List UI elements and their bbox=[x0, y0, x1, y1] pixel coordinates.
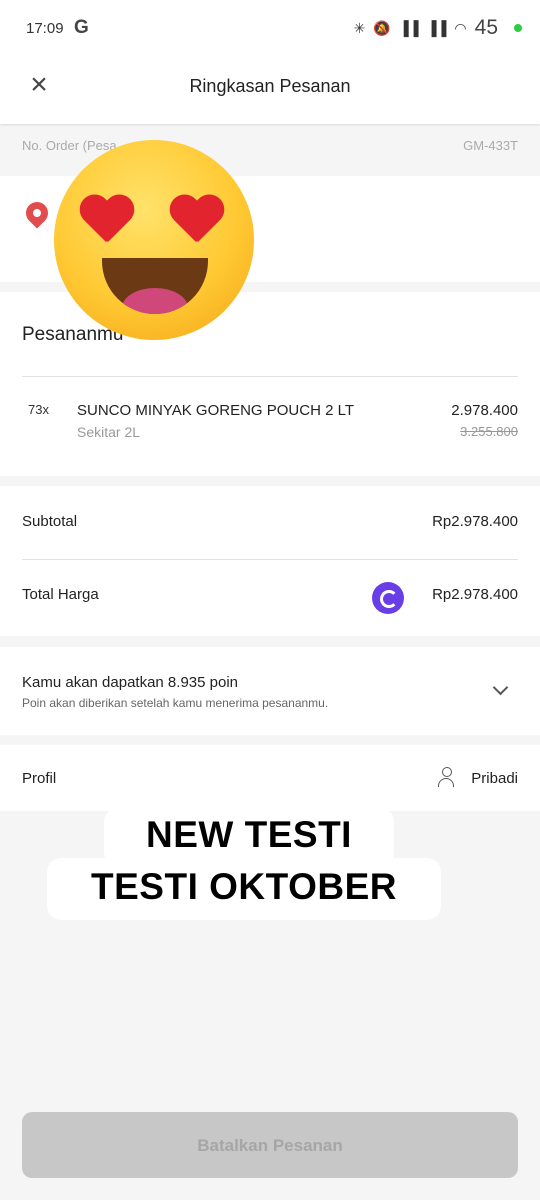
chevron-down-icon[interactable] bbox=[492, 679, 509, 696]
item-price: 2.978.400 bbox=[451, 402, 518, 419]
g-icon: G bbox=[74, 17, 89, 38]
profile-label: Profil bbox=[22, 770, 57, 787]
totals-section: Subtotal Rp2.978.400 Total Harga Rp2.978… bbox=[0, 486, 540, 636]
wifi-icon: ◠ bbox=[454, 19, 467, 36]
status-bar: 17:09 G ✳ 🔕 ▐▐ ▐▐ ◠ 45 bbox=[0, 0, 540, 58]
item-name: SUNCO MINYAK GORENG POUCH 2 LT bbox=[77, 402, 354, 419]
cancel-order-label: Batalkan Pesanan bbox=[197, 1136, 343, 1155]
item-variant: Sekitar 2L bbox=[77, 424, 141, 440]
bell-off-icon: 🔕 bbox=[373, 19, 391, 36]
coin-icon bbox=[372, 582, 404, 614]
order-items-section: Pesananmu 73x SUNCO MINYAK GORENG POUCH … bbox=[0, 292, 540, 476]
bluetooth-icon: ✳ bbox=[353, 19, 366, 36]
order-number-row: No. Order (Pesa GM-433T bbox=[0, 126, 540, 172]
heart-eyes-emoji-icon bbox=[54, 140, 254, 340]
testi-line-2: TESTI OKTOBER bbox=[91, 866, 397, 907]
profile-value: Pribadi bbox=[471, 770, 518, 787]
app-header: × Ringkasan Pesanan bbox=[0, 58, 540, 124]
page-title: Ringkasan Pesanan bbox=[189, 76, 351, 96]
person-icon bbox=[438, 767, 454, 787]
status-time: 17:09 bbox=[26, 20, 64, 37]
points-subtitle: Poin akan diberikan setelah kamu menerim… bbox=[22, 696, 329, 710]
heart-eye-right-icon bbox=[168, 196, 224, 248]
points-info[interactable]: Kamu akan dapatkan 8.935 poin Poin akan … bbox=[0, 647, 540, 735]
cancel-order-button[interactable]: Batalkan Pesanan bbox=[22, 1112, 518, 1178]
battery-level: 45 bbox=[474, 16, 498, 39]
signal-icon: ▐▐ bbox=[426, 20, 447, 36]
emoji-mouth bbox=[102, 258, 208, 314]
subtotal-value: Rp2.978.400 bbox=[432, 513, 518, 530]
location-pin-icon bbox=[21, 197, 53, 229]
profile-row: Profil Pribadi bbox=[0, 745, 540, 811]
item-original-price: 3.255.800 bbox=[460, 424, 518, 439]
divider bbox=[22, 376, 518, 377]
item-quantity: 73x bbox=[28, 402, 49, 417]
status-icons: ✳ 🔕 ▐▐ ▐▐ ◠ 45 bbox=[354, 16, 522, 40]
divider bbox=[22, 559, 518, 560]
order-number-value: GM-433T bbox=[463, 138, 518, 153]
heart-eye-left-icon bbox=[78, 196, 134, 248]
total-label: Total Harga bbox=[22, 586, 99, 603]
points-title: Kamu akan dapatkan 8.935 poin bbox=[22, 674, 238, 691]
status-dot bbox=[514, 24, 522, 32]
order-number-label: No. Order (Pesa bbox=[22, 138, 117, 153]
subtotal-label: Subtotal bbox=[22, 513, 78, 530]
signal-icon: ▐▐ bbox=[398, 20, 419, 36]
total-value: Rp2.978.400 bbox=[432, 586, 518, 603]
testi-line-1: NEW TESTI bbox=[146, 814, 352, 855]
